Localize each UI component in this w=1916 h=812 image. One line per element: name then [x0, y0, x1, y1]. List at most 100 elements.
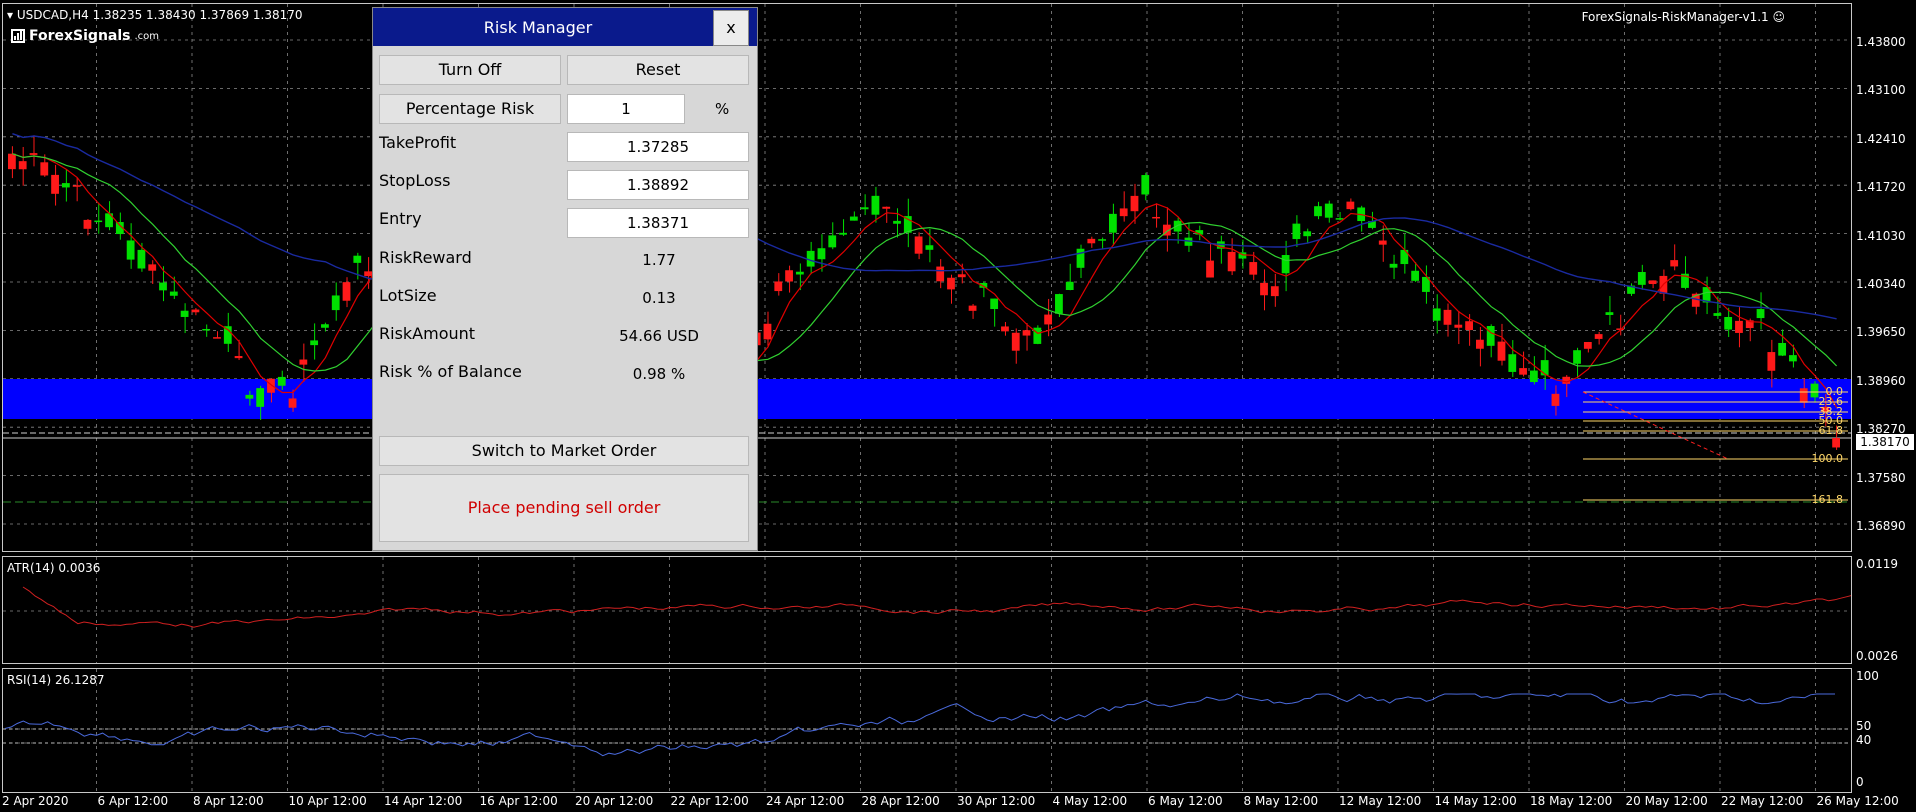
- candle-body: [51, 174, 59, 194]
- price-chart[interactable]: [3, 4, 1852, 552]
- fib-level-label: 161.8: [1811, 493, 1844, 506]
- candle-body: [1303, 231, 1312, 237]
- time-axis-label: 18 May 12:00: [1530, 794, 1613, 808]
- candle-body: [1497, 341, 1506, 361]
- candle-body: [947, 277, 955, 290]
- candle-body: [860, 207, 869, 210]
- candle-body: [1292, 223, 1301, 240]
- candle-body: [1605, 312, 1614, 315]
- candle-body: [1724, 317, 1733, 330]
- price-axis-label: 1.36890: [1856, 519, 1906, 533]
- candle-body: [321, 324, 329, 328]
- rsi-axis-50: 50: [1856, 719, 1872, 733]
- risk-percent-input[interactable]: 1: [567, 94, 685, 124]
- atr-indicator-pane[interactable]: ATR(14) 0.0036: [2, 556, 1852, 664]
- brand-name: ForexSignals: [29, 28, 131, 44]
- price-axis-label: 1.43100: [1856, 83, 1906, 98]
- atr-chart: [3, 557, 1851, 663]
- candle-body: [1141, 175, 1150, 195]
- time-axis-label: 6 May 12:00: [1148, 794, 1223, 808]
- candle-body: [1249, 262, 1258, 275]
- brand-suffix: .com: [134, 30, 160, 42]
- atr-axis-min: 0.0026: [1856, 649, 1898, 663]
- candle-body: [1130, 195, 1139, 212]
- candle-body: [871, 195, 880, 215]
- switch-to-market-order-button[interactable]: Switch to Market Order: [379, 436, 749, 466]
- bar-chart-icon: [11, 29, 25, 43]
- time-axis-label: 12 May 12:00: [1339, 794, 1422, 808]
- candle-body: [1573, 350, 1581, 364]
- candle-body: [1119, 208, 1128, 217]
- candle-body: [893, 220, 901, 224]
- candle-body: [1227, 251, 1236, 272]
- candle-body: [256, 388, 265, 407]
- take-profit-input[interactable]: 1.37285: [567, 132, 749, 162]
- candle-body: [83, 219, 92, 229]
- time-axis-label: 14 May 12:00: [1434, 794, 1517, 808]
- candle-body: [1270, 286, 1279, 297]
- candle-body: [1378, 240, 1387, 245]
- candle-body: [1055, 294, 1063, 314]
- candle-body: [1810, 383, 1819, 398]
- main-chart-pane[interactable]: ▾ USDCAD,H4 1.38235 1.38430 1.37869 1.38…: [2, 3, 1852, 552]
- candle-body: [299, 359, 308, 365]
- symbol-info: ▾ USDCAD,H4 1.38235 1.38430 1.37869 1.38…: [7, 8, 303, 22]
- candle-body: [148, 264, 157, 271]
- time-axis-label: 8 May 12:00: [1243, 794, 1319, 808]
- time-axis-label: 28 Apr 12:00: [861, 794, 940, 808]
- candle-body: [245, 394, 254, 399]
- candle-body: [1260, 282, 1268, 296]
- close-button[interactable]: x: [713, 10, 749, 46]
- price-axis-label: 1.43800: [1856, 35, 1906, 49]
- time-axis-label: 26 May 12:00: [1816, 794, 1899, 808]
- candle-body: [1832, 438, 1840, 448]
- candle-body: [1001, 326, 1009, 332]
- candle-body: [191, 309, 200, 313]
- candle-body: [914, 236, 923, 254]
- price-axis-label: 1.39650: [1856, 325, 1906, 340]
- candle-body: [839, 232, 847, 235]
- candle-body: [180, 310, 189, 317]
- fib-level-label: 61.8: [1818, 424, 1844, 437]
- candle-body: [1486, 326, 1495, 346]
- atr-axis-max: 0.0119: [1856, 557, 1898, 571]
- candle-body: [1044, 314, 1053, 325]
- candle-body: [1508, 354, 1517, 372]
- price-axis-label: 1.40340: [1856, 277, 1906, 291]
- stop-loss-input[interactable]: 1.38892: [567, 170, 749, 200]
- expert-advisor-name: ForexSignals-RiskManager-v1.1 ☺: [1581, 10, 1785, 24]
- place-pending-sell-order-button[interactable]: Place pending sell order: [379, 474, 749, 542]
- candle-body: [29, 153, 38, 155]
- time-axis-label: 10 Apr 12:00: [288, 794, 367, 808]
- candle-body: [957, 274, 966, 278]
- price-axis-label: 1.41720: [1856, 180, 1906, 195]
- candle-body: [1065, 281, 1074, 290]
- risk-manager-titlebar[interactable]: Risk Manager x: [373, 8, 757, 46]
- take-profit-label: TakeProfit: [379, 133, 457, 152]
- entry-input[interactable]: 1.38371: [567, 208, 749, 238]
- candle-body: [1152, 216, 1160, 219]
- rsi-indicator-pane[interactable]: RSI(14) 26.1287: [2, 668, 1852, 793]
- risk-mode-button[interactable]: Percentage Risk: [379, 94, 561, 124]
- candle-body: [342, 282, 351, 301]
- candle-body: [1756, 309, 1765, 319]
- candle-body: [849, 216, 858, 221]
- turn-off-button[interactable]: Turn Off: [379, 55, 561, 85]
- atr-axis: 0.0119 0.0026: [1852, 556, 1916, 664]
- risk-manager-panel[interactable]: Risk Manager x Turn Off Reset Percentage…: [372, 7, 758, 551]
- candle-body: [213, 337, 221, 339]
- price-axis-label: 1.38960: [1856, 373, 1906, 388]
- candle-body: [137, 249, 146, 269]
- candle-body: [1540, 360, 1549, 376]
- candle-body: [1314, 206, 1322, 217]
- candle-body: [990, 298, 999, 310]
- time-axis-label: 4 May 12:00: [1052, 794, 1128, 808]
- candle-body: [1335, 218, 1344, 220]
- stop-loss-label: StopLoss: [379, 171, 451, 190]
- candle-body: [1098, 239, 1106, 241]
- candle-body: [18, 161, 27, 170]
- time-axis-label: 16 Apr 12:00: [479, 794, 558, 808]
- candle-body: [1476, 339, 1484, 349]
- reset-button[interactable]: Reset: [567, 55, 749, 85]
- rsi-axis-0: 0: [1856, 775, 1864, 789]
